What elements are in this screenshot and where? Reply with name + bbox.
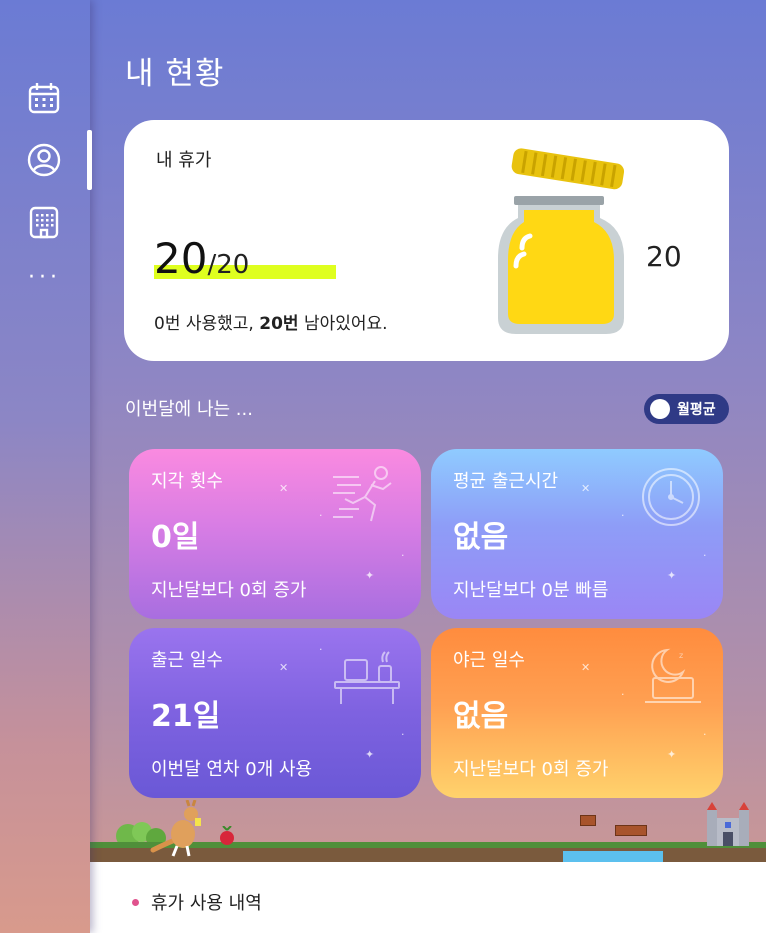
water <box>563 851 663 862</box>
stat-card-late[interactable]: 지각 횟수 0일 지난달보다 0회 증가 ✕ · ✦ · <box>129 449 421 619</box>
active-indicator <box>87 130 92 190</box>
building-icon <box>29 206 59 239</box>
stat-value: 0일 <box>151 520 200 555</box>
sidebar-item-profile[interactable] <box>26 142 62 178</box>
history-panel: 휴가 사용 내역 <box>90 862 766 933</box>
vacation-remaining: 20 <box>154 234 208 283</box>
stat-subtext: 이번달 연차 0개 사용 <box>151 759 313 780</box>
vacation-count: 20 /20 <box>154 234 249 283</box>
vacation-desc-prefix: 0번 사용했고, <box>154 314 260 334</box>
clock-icon <box>642 468 700 526</box>
vacation-label: 내 휴가 <box>156 150 212 171</box>
honey-jar-icon <box>498 148 625 334</box>
calendar-icon <box>28 83 60 114</box>
history-label: 휴가 사용 내역 <box>151 893 262 914</box>
stat-value: 없음 <box>453 520 509 555</box>
page-title: 내 현황 <box>125 56 225 92</box>
desk-icon <box>334 651 400 704</box>
stat-title: 지각 횟수 <box>151 471 223 492</box>
toggle-knob <box>650 399 670 419</box>
stat-card-arrival-time[interactable]: 평균 출근시간 없음 지난달보다 0분 빠름 ✕ · ✦ · <box>431 449 723 619</box>
castle-icon <box>707 802 749 846</box>
stat-subtext: 지난달보다 0회 증가 <box>151 580 307 601</box>
stat-title: 야근 일수 <box>453 650 525 671</box>
bullet-dot <box>132 898 139 906</box>
svg-text:z: z <box>679 651 683 660</box>
stat-title: 평균 출근시간 <box>453 471 559 492</box>
strawberry-icon <box>220 826 234 845</box>
vacation-description: 0번 사용했고, 20번 남아있어요. <box>154 309 388 334</box>
kangaroo-icon <box>150 800 201 857</box>
toggle-label: 월평균 <box>677 402 716 418</box>
stat-value: 없음 <box>453 699 509 734</box>
stat-card-overtime[interactable]: 야근 일수 없음 지난달보다 0회 증가 z ✕ · ✦ · <box>431 628 723 798</box>
more-icon[interactable]: ··· <box>28 267 61 289</box>
moon-laptop-icon: z <box>645 648 701 703</box>
stat-value: 21일 <box>151 699 221 734</box>
vacation-card: 내 휴가 20 /20 0번 사용했고, 20번 남아있어요. 20 <box>124 120 729 361</box>
stat-title: 출근 일수 <box>151 650 223 671</box>
month-section-label: 이번달에 나는 ... <box>125 399 253 420</box>
user-icon <box>27 143 61 177</box>
running-person-icon <box>333 466 392 522</box>
brick-block <box>615 825 647 836</box>
sidebar: ··· <box>0 0 92 933</box>
sidebar-item-building[interactable] <box>26 204 62 240</box>
vacation-desc-suffix: 남아있어요. <box>298 314 388 334</box>
vacation-total: /20 <box>207 250 250 280</box>
vacation-desc-bold: 20번 <box>259 314 299 334</box>
sidebar-item-calendar[interactable] <box>26 80 62 116</box>
stat-card-work-days[interactable]: 출근 일수 21일 이번달 연차 0개 사용 ✕ · ✦ · <box>129 628 421 798</box>
stat-subtext: 지난달보다 0회 증가 <box>453 759 609 780</box>
monthly-average-toggle[interactable]: 월평균 <box>644 394 729 424</box>
brick-block <box>580 815 596 826</box>
vacation-history-link[interactable]: 휴가 사용 내역 <box>132 889 262 915</box>
stat-subtext: 지난달보다 0분 빠름 <box>453 580 609 601</box>
jar-count: 20 <box>646 240 682 273</box>
